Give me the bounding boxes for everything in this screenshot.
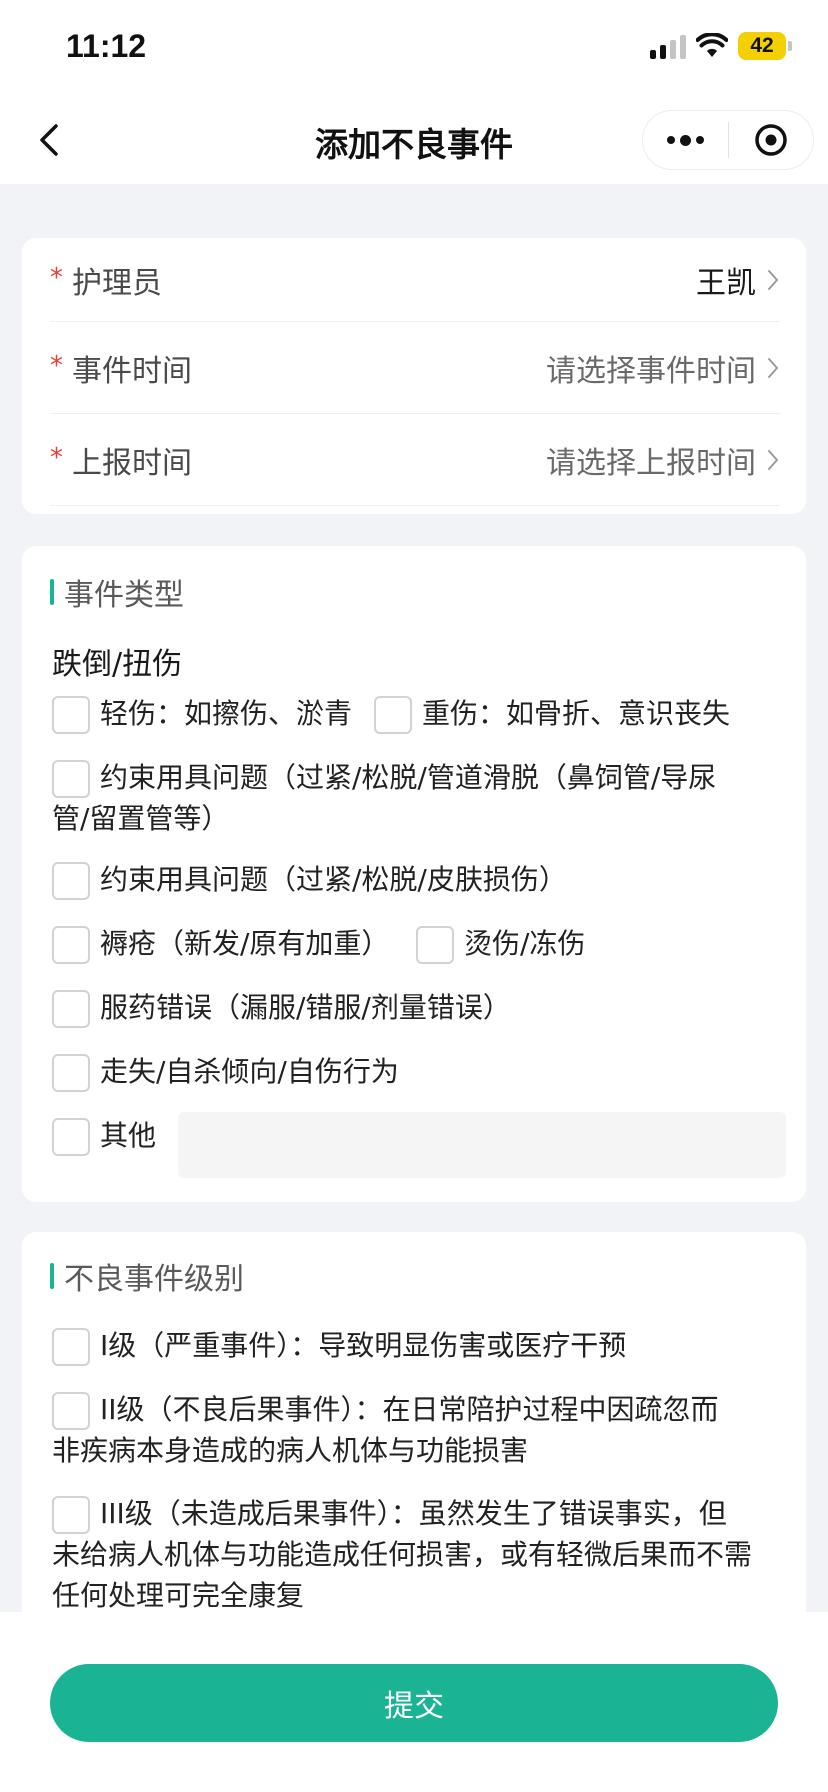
more-button[interactable]	[643, 110, 728, 170]
chevron-right-icon	[768, 449, 778, 470]
submit-button[interactable]: 提交	[50, 1664, 778, 1742]
chevron-right-icon	[768, 269, 778, 290]
caregiver-row[interactable]: * 护理员 王凯	[50, 238, 780, 322]
section-accent-bar	[50, 1263, 54, 1289]
level-3-label-line2: 未给病人机体与功能造成任何损害，或有轻微后果而不需	[52, 1538, 753, 1571]
medication-error-label: 服药错误（漏服/错服/剂量错误）	[100, 991, 511, 1024]
caregiver-value: 王凯	[696, 258, 780, 302]
cellular-signal-icon	[650, 33, 686, 59]
caregiver-name: 王凯	[696, 265, 756, 301]
close-mini-program-button[interactable]	[729, 110, 814, 170]
severe-injury-checkbox[interactable]	[374, 696, 412, 734]
restraint-skin-label: 约束用具问题（过紧/松脱/皮肤损伤）	[100, 863, 567, 896]
chevron-right-icon	[768, 357, 778, 378]
burn-label: 烫伤/冻伤	[464, 927, 586, 960]
status-bar: 11:12 42	[0, 0, 828, 96]
other-input[interactable]	[178, 1112, 786, 1178]
minor-injury-checkbox[interactable]	[52, 696, 90, 734]
required-mark: *	[50, 350, 63, 381]
level-2-label-line1: II级（不良后果事件）：在日常陪护过程中因疏忽而	[100, 1393, 719, 1426]
level-2-label-line2: 非疾病本身造成的病人机体与功能损害	[52, 1434, 529, 1467]
event-time-label: 事件时间	[72, 353, 192, 389]
bottom-action-bar: 提交	[0, 1612, 828, 1792]
event-level-section-title: 不良事件级别	[50, 1254, 244, 1298]
report-time-row[interactable]: * 上报时间 请选择上报时间	[50, 414, 780, 506]
level-3-checkbox[interactable]	[52, 1496, 90, 1534]
pressure-sore-checkbox[interactable]	[52, 926, 90, 964]
level-1-label: I级（严重事件）：导致明显伤害或医疗干预	[100, 1329, 627, 1362]
nav-bar: 添加不良事件	[0, 96, 828, 184]
event-level-title: 不良事件级别	[64, 1262, 244, 1297]
pressure-sore-label: 褥疮（新发/原有加重）	[100, 927, 390, 960]
report-time-placeholder: 请选择上报时间	[546, 445, 756, 481]
level-3-label-line3: 任何处理可完全康复	[52, 1579, 305, 1612]
required-mark: *	[50, 442, 63, 473]
burn-checkbox[interactable]	[416, 926, 454, 964]
report-time-picker: 请选择上报时间	[546, 438, 780, 482]
more-icon	[666, 134, 704, 146]
report-time-label: 上报时间	[72, 445, 192, 481]
required-mark: *	[50, 262, 63, 293]
event-type-title: 事件类型	[64, 578, 184, 613]
severe-injury-label: 重伤：如骨折、意识丧失	[422, 697, 731, 730]
minor-injury-label: 轻伤：如擦伤、淤青	[100, 697, 353, 730]
event-type-section-title: 事件类型	[50, 570, 184, 614]
event-type-card: 事件类型 跌倒/扭伤 轻伤：如擦伤、淤青 重伤：如骨折、意识丧失 约束用具问题（…	[22, 546, 806, 1202]
wander-label: 走失/自杀倾向/自伤行为	[100, 1055, 399, 1088]
other-label: 其他	[100, 1119, 157, 1152]
wifi-icon	[696, 33, 728, 57]
battery-indicator: 42	[738, 32, 786, 60]
fall-group-title: 跌倒/扭伤	[52, 647, 183, 682]
wander-checkbox[interactable]	[52, 1054, 90, 1092]
restraint-tube-label-line2: 管/留置管等）	[52, 802, 230, 835]
status-icons: 42	[650, 32, 792, 60]
restraint-tube-label-line1: 约束用具问题（过紧/松脱/管道滑脱（鼻饲管/导尿	[100, 761, 717, 794]
caregiver-label: 护理员	[72, 265, 162, 301]
event-time-picker: 请选择事件时间	[546, 346, 780, 390]
level-1-checkbox[interactable]	[52, 1328, 90, 1366]
level-2-checkbox[interactable]	[52, 1392, 90, 1430]
event-time-placeholder: 请选择事件时间	[546, 353, 756, 389]
event-level-card: 不良事件级别 I级（严重事件）：导致明显伤害或医疗干预 II级（不良后果事件）：…	[22, 1232, 806, 1652]
battery-tip	[788, 41, 792, 51]
section-accent-bar	[50, 579, 54, 605]
other-checkbox[interactable]	[52, 1118, 90, 1156]
target-close-icon	[755, 124, 787, 156]
level-3-label-line1: III级（未造成后果事件）：虽然发生了错误事实，但	[100, 1497, 727, 1530]
basic-info-card: * 护理员 王凯 * 事件时间 请选择事件时间 * 上报时间 请选择上报时间	[22, 238, 806, 514]
mini-program-capsule	[642, 110, 814, 170]
restraint-skin-checkbox[interactable]	[52, 862, 90, 900]
status-time: 11:12	[66, 28, 147, 64]
event-time-row[interactable]: * 事件时间 请选择事件时间	[50, 322, 780, 414]
restraint-tube-checkbox[interactable]	[52, 760, 90, 798]
medication-error-checkbox[interactable]	[52, 990, 90, 1028]
